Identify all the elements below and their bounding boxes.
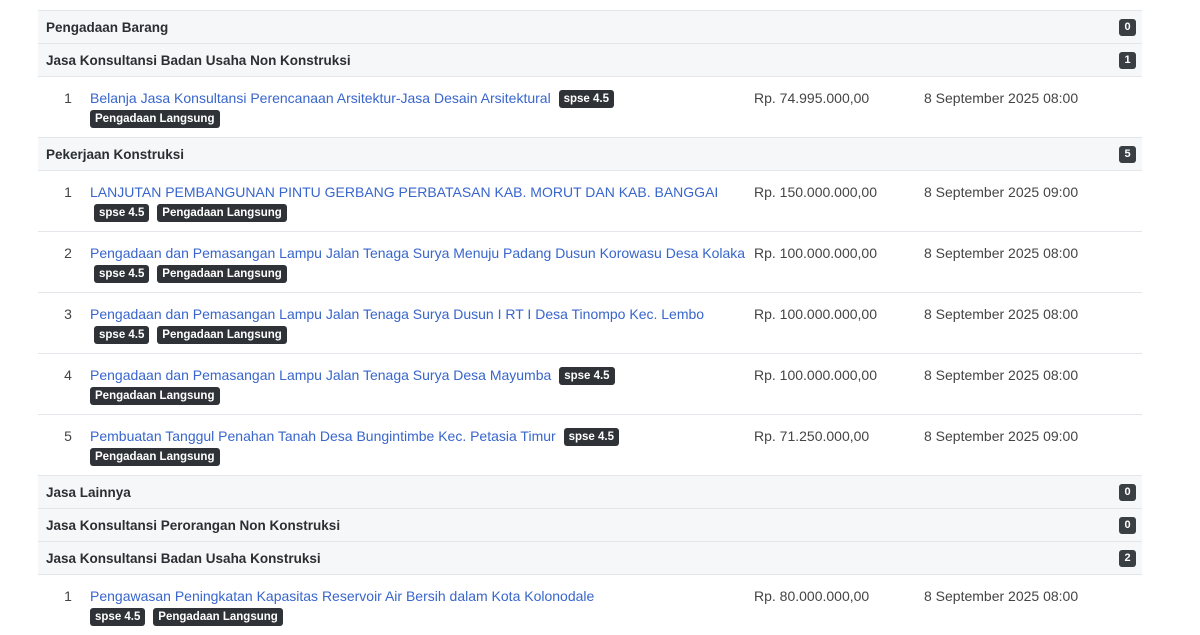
- method-badge: Pengadaan Langsung: [90, 110, 220, 128]
- category-name: Pengadaan Barang: [38, 11, 1114, 44]
- row-number: 1: [38, 77, 90, 138]
- count-badge: 2: [1119, 550, 1136, 567]
- category-row: Pekerjaan Konstruksi 5: [38, 138, 1142, 171]
- table-row: 1 LANJUTAN PEMBANGUNAN PINTU GERBANG PER…: [38, 171, 1142, 232]
- hps-value: Rp. 74.995.000,00: [748, 77, 918, 138]
- method-badge: Pengadaan Langsung: [157, 326, 287, 344]
- table-row: 4 Pengadaan dan Pemasangan Lampu Jalan T…: [38, 354, 1142, 415]
- table-row: 3 Pengadaan dan Pemasangan Lampu Jalan T…: [38, 293, 1142, 354]
- category-name: Jasa Konsultansi Badan Usaha Konstruksi: [38, 542, 1114, 575]
- row-number: 3: [38, 293, 90, 354]
- category-name: Jasa Lainnya: [38, 476, 1114, 509]
- row-number: 1: [38, 575, 90, 635]
- deadline-date: 8 September 2025 08:00: [918, 77, 1142, 138]
- category-row: Jasa Konsultansi Perorangan Non Konstruk…: [38, 509, 1142, 542]
- hps-value: Rp. 100.000.000,00: [748, 232, 918, 293]
- hps-value: Rp. 80.000.000,00: [748, 575, 918, 635]
- category-name: Pekerjaan Konstruksi: [38, 138, 1114, 171]
- category-row: Jasa Lainnya 0: [38, 476, 1142, 509]
- category-row: Jasa Konsultansi Badan Usaha Non Konstru…: [38, 44, 1142, 77]
- table-row: 2 Pengadaan dan Pemasangan Lampu Jalan T…: [38, 232, 1142, 293]
- table-row: 5 Pembuatan Tanggul Penahan Tanah Desa B…: [38, 415, 1142, 476]
- hps-value: Rp. 71.250.000,00: [748, 415, 918, 476]
- row-number: 2: [38, 232, 90, 293]
- tender-link[interactable]: Pengadaan dan Pemasangan Lampu Jalan Ten…: [90, 306, 704, 322]
- spse-badge: spse 4.5: [559, 90, 614, 108]
- deadline-date: 8 September 2025 08:00: [918, 354, 1142, 415]
- tender-table: Pengadaan Barang 0 Jasa Konsultansi Bada…: [38, 10, 1142, 635]
- table-row: 1 Belanja Jasa Konsultansi Perencanaan A…: [38, 77, 1142, 138]
- method-badge: Pengadaan Langsung: [157, 204, 287, 222]
- table-row: 1 Pengawasan Peningkatan Kapasitas Reser…: [38, 575, 1142, 635]
- tender-list: Pengadaan Barang 0 Jasa Konsultansi Bada…: [38, 10, 1142, 635]
- spse-badge: spse 4.5: [94, 265, 149, 283]
- method-badge: Pengadaan Langsung: [157, 265, 287, 283]
- method-badge: Pengadaan Langsung: [90, 387, 220, 405]
- row-number: 5: [38, 415, 90, 476]
- deadline-date: 8 September 2025 08:00: [918, 232, 1142, 293]
- spse-badge: spse 4.5: [564, 428, 619, 446]
- deadline-date: 8 September 2025 09:00: [918, 415, 1142, 476]
- hps-value: Rp. 150.000.000,00: [748, 171, 918, 232]
- count-badge: 5: [1119, 146, 1136, 163]
- category-name: Jasa Konsultansi Perorangan Non Konstruk…: [38, 509, 1114, 542]
- row-number: 1: [38, 171, 90, 232]
- category-row: Pengadaan Barang 0: [38, 11, 1142, 44]
- method-badge: Pengadaan Langsung: [153, 608, 283, 626]
- count-badge: 0: [1119, 484, 1136, 501]
- count-badge: 0: [1119, 517, 1136, 534]
- spse-badge: spse 4.5: [559, 367, 614, 385]
- tender-link[interactable]: Pengadaan dan Pemasangan Lampu Jalan Ten…: [90, 367, 551, 383]
- hps-value: Rp. 100.000.000,00: [748, 354, 918, 415]
- spse-badge: spse 4.5: [90, 608, 145, 626]
- tender-link[interactable]: Pengawasan Peningkatan Kapasitas Reservo…: [90, 588, 594, 604]
- deadline-date: 8 September 2025 08:00: [918, 575, 1142, 635]
- deadline-date: 8 September 2025 08:00: [918, 293, 1142, 354]
- deadline-date: 8 September 2025 09:00: [918, 171, 1142, 232]
- category-row: Jasa Konsultansi Badan Usaha Konstruksi …: [38, 542, 1142, 575]
- category-name: Jasa Konsultansi Badan Usaha Non Konstru…: [38, 44, 1114, 77]
- hps-value: Rp. 100.000.000,00: [748, 293, 918, 354]
- row-number: 4: [38, 354, 90, 415]
- tender-link[interactable]: Belanja Jasa Konsultansi Perencanaan Ars…: [90, 90, 551, 106]
- tender-link[interactable]: LANJUTAN PEMBANGUNAN PINTU GERBANG PERBA…: [90, 184, 718, 200]
- spse-badge: spse 4.5: [94, 326, 149, 344]
- tender-link[interactable]: Pembuatan Tanggul Penahan Tanah Desa Bun…: [90, 428, 556, 444]
- count-badge: 1: [1119, 52, 1136, 69]
- method-badge: Pengadaan Langsung: [90, 448, 220, 466]
- spse-badge: spse 4.5: [94, 204, 149, 222]
- tender-link[interactable]: Pengadaan dan Pemasangan Lampu Jalan Ten…: [90, 245, 745, 261]
- count-badge: 0: [1119, 19, 1136, 36]
